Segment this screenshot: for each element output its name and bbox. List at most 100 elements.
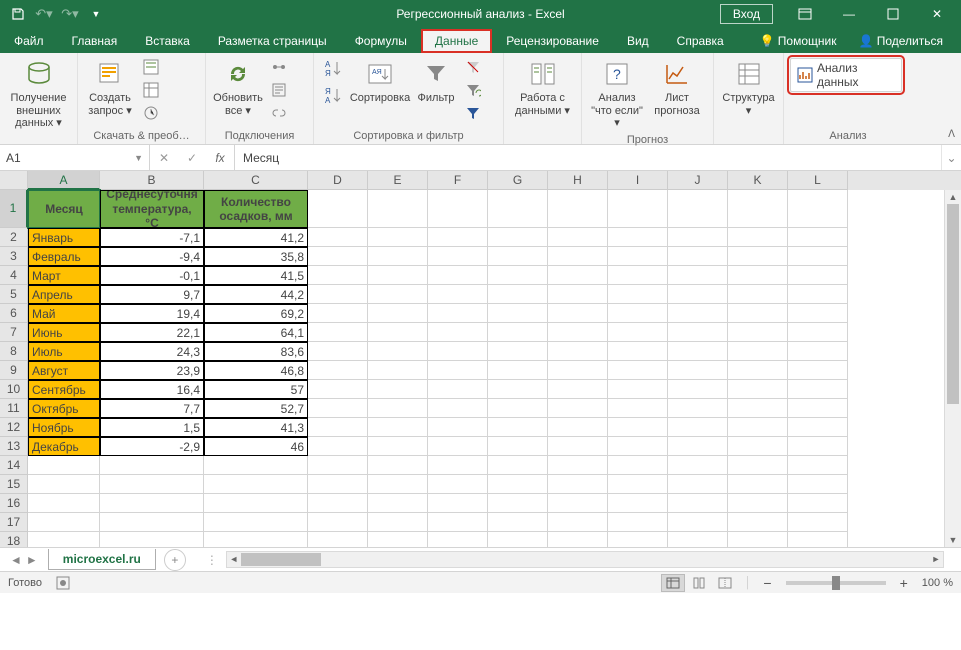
cell[interactable] — [488, 285, 548, 304]
scroll-up-button[interactable]: ▲ — [945, 190, 961, 204]
tab-formulas[interactable]: Формулы — [341, 29, 421, 53]
column-header[interactable]: E — [368, 171, 428, 190]
cell[interactable] — [788, 437, 848, 456]
cell[interactable] — [728, 228, 788, 247]
column-header[interactable]: A — [28, 171, 100, 190]
data-analysis-button[interactable]: Анализ данных — [790, 58, 902, 92]
row-header[interactable]: 12 — [0, 418, 28, 437]
cell[interactable] — [100, 456, 204, 475]
row-header[interactable]: 14 — [0, 456, 28, 475]
cell[interactable]: 44,2 — [204, 285, 308, 304]
cell[interactable] — [428, 380, 488, 399]
cell[interactable] — [728, 380, 788, 399]
cell[interactable] — [728, 342, 788, 361]
cell[interactable] — [668, 323, 728, 342]
cell[interactable] — [548, 285, 608, 304]
column-header[interactable]: G — [488, 171, 548, 190]
row-header[interactable]: 4 — [0, 266, 28, 285]
ribbon-display-options[interactable] — [785, 0, 825, 28]
cell[interactable]: Март — [28, 266, 100, 285]
cell[interactable] — [608, 266, 668, 285]
cell[interactable] — [428, 399, 488, 418]
view-normal-button[interactable] — [661, 574, 685, 592]
cell[interactable]: -0,1 — [100, 266, 204, 285]
cell[interactable] — [308, 361, 368, 380]
enter-formula-button[interactable]: ✓ — [178, 151, 206, 165]
new-query-button[interactable]: Создать запрос ▾ — [84, 56, 136, 119]
cell[interactable] — [308, 475, 368, 494]
cell[interactable] — [548, 304, 608, 323]
cell[interactable] — [548, 228, 608, 247]
cell[interactable] — [548, 380, 608, 399]
connections-button[interactable] — [268, 56, 290, 78]
cell[interactable] — [608, 380, 668, 399]
minimize-button[interactable]: ― — [829, 0, 869, 28]
row-header[interactable]: 17 — [0, 513, 28, 532]
cell[interactable] — [308, 456, 368, 475]
cell[interactable] — [668, 247, 728, 266]
cell[interactable] — [668, 361, 728, 380]
cell[interactable] — [608, 418, 668, 437]
cell[interactable] — [608, 456, 668, 475]
zoom-slider[interactable] — [786, 581, 886, 585]
cell[interactable] — [488, 266, 548, 285]
cell[interactable]: Октябрь — [28, 399, 100, 418]
cell[interactable] — [788, 380, 848, 399]
cell[interactable]: 23,9 — [100, 361, 204, 380]
filter-button[interactable]: Фильтр — [414, 56, 458, 107]
cell[interactable] — [100, 513, 204, 532]
maximize-button[interactable] — [873, 0, 913, 28]
cell[interactable] — [728, 323, 788, 342]
cell[interactable] — [428, 304, 488, 323]
cell[interactable]: 1,5 — [100, 418, 204, 437]
new-sheet-button[interactable]: + — [164, 549, 186, 571]
cancel-formula-button[interactable]: ✕ — [150, 151, 178, 165]
zoom-level[interactable]: 100 % — [922, 577, 953, 589]
cell[interactable] — [668, 418, 728, 437]
cell[interactable]: Сентябрь — [28, 380, 100, 399]
recent-sources-button[interactable] — [140, 102, 162, 124]
sheet-tab-active[interactable]: microexcel.ru — [48, 549, 156, 570]
cell[interactable] — [308, 380, 368, 399]
name-box[interactable]: A1 ▼ — [0, 145, 150, 170]
cell[interactable]: Август — [28, 361, 100, 380]
cell[interactable] — [668, 190, 728, 228]
cell[interactable] — [488, 437, 548, 456]
share-button[interactable]: 👤 Поделиться — [850, 29, 951, 53]
cell[interactable] — [548, 456, 608, 475]
cell[interactable] — [788, 228, 848, 247]
show-queries-button[interactable] — [140, 56, 162, 78]
tell-me[interactable]: 💡 Помощник — [751, 29, 844, 53]
row-header[interactable]: 8 — [0, 342, 28, 361]
cell[interactable] — [308, 228, 368, 247]
tab-home[interactable]: Главная — [58, 29, 132, 53]
cell[interactable]: Месяц — [28, 190, 100, 228]
sort-desc-button[interactable]: ЯA — [320, 83, 346, 109]
tab-file[interactable]: Файл — [0, 29, 58, 53]
cell[interactable] — [668, 494, 728, 513]
cell[interactable] — [368, 323, 428, 342]
scroll-thumb[interactable] — [947, 204, 959, 404]
cell[interactable] — [608, 304, 668, 323]
row-header[interactable]: 2 — [0, 228, 28, 247]
cell[interactable]: 57 — [204, 380, 308, 399]
cell[interactable] — [608, 494, 668, 513]
cell[interactable] — [368, 228, 428, 247]
cell[interactable] — [428, 475, 488, 494]
column-header[interactable]: J — [668, 171, 728, 190]
cell[interactable] — [788, 190, 848, 228]
view-page-layout-button[interactable] — [687, 574, 711, 592]
cell[interactable] — [204, 532, 308, 547]
view-page-break-button[interactable] — [713, 574, 737, 592]
prev-sheet-button[interactable]: ◄ — [10, 553, 22, 567]
cell[interactable] — [548, 399, 608, 418]
cell[interactable]: Среднесуточня температура, °С — [100, 190, 204, 228]
cell[interactable] — [308, 399, 368, 418]
data-tools-button[interactable]: Работа с данными ▾ — [510, 56, 575, 119]
cell[interactable] — [368, 342, 428, 361]
cell[interactable] — [548, 323, 608, 342]
cell[interactable] — [548, 437, 608, 456]
column-header[interactable]: H — [548, 171, 608, 190]
cell[interactable] — [368, 190, 428, 228]
cell[interactable] — [428, 437, 488, 456]
